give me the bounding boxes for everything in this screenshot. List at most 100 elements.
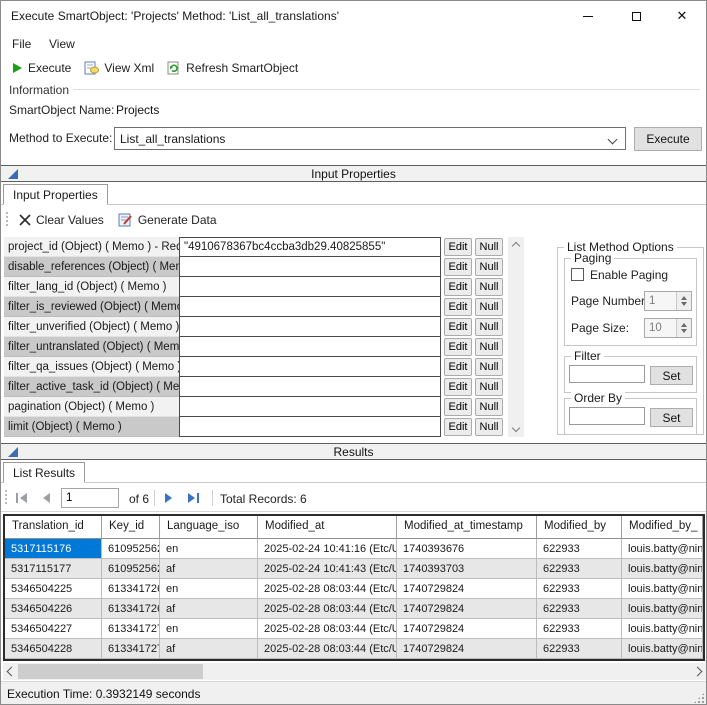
- table-cell[interactable]: af: [160, 599, 258, 619]
- table-cell[interactable]: louis.batty@nint: [622, 539, 703, 559]
- tab-input-properties[interactable]: Input Properties: [3, 184, 108, 205]
- table-cell[interactable]: 2025-02-28 08:03:44 (Etc/UTC): [258, 579, 397, 599]
- null-button[interactable]: Null: [475, 318, 503, 336]
- property-value-field[interactable]: [179, 357, 441, 377]
- edit-button[interactable]: Edit: [444, 318, 472, 336]
- last-page-button[interactable]: [183, 488, 205, 508]
- property-value-field[interactable]: [179, 317, 441, 337]
- current-page-input[interactable]: [61, 488, 119, 508]
- column-header[interactable]: Modified_at_timestamp: [397, 516, 537, 538]
- scroll-left-icon[interactable]: [6, 667, 15, 676]
- null-button[interactable]: Null: [475, 278, 503, 296]
- next-page-button[interactable]: [158, 488, 180, 508]
- selected-cell[interactable]: 5317115176: [5, 539, 102, 559]
- execute-toolbar-button[interactable]: Execute: [8, 59, 75, 77]
- table-cell[interactable]: 1740393676: [397, 539, 537, 559]
- page-size-stepper[interactable]: 10: [644, 318, 692, 338]
- table-cell[interactable]: 622933: [537, 599, 622, 619]
- results-section-bar[interactable]: Results: [1, 443, 706, 460]
- edit-button[interactable]: Edit: [444, 358, 472, 376]
- menu-file[interactable]: File: [6, 35, 37, 53]
- table-cell[interactable]: 1740393703: [397, 559, 537, 579]
- refresh-smartobject-button[interactable]: Refresh SmartObject: [163, 59, 302, 77]
- table-cell[interactable]: louis.batty@nint: [622, 619, 703, 639]
- stepper-arrows[interactable]: [676, 292, 691, 310]
- table-cell[interactable]: louis.batty@nint: [622, 579, 703, 599]
- null-button[interactable]: Null: [475, 398, 503, 416]
- table-cell[interactable]: 622933: [537, 639, 622, 659]
- column-header[interactable]: Modified_by: [537, 516, 622, 538]
- table-cell[interactable]: af: [160, 639, 258, 659]
- property-value-field[interactable]: [179, 337, 441, 357]
- execute-method-button[interactable]: Execute: [634, 127, 702, 151]
- property-value-field[interactable]: [179, 377, 441, 397]
- property-value-field[interactable]: [179, 417, 441, 437]
- close-button[interactable]: ✕: [660, 1, 704, 31]
- table-cell[interactable]: en: [160, 619, 258, 639]
- column-header[interactable]: Modified_at: [258, 516, 397, 538]
- horizontal-scrollbar[interactable]: [3, 663, 706, 680]
- table-cell[interactable]: 613341726: [102, 599, 160, 619]
- scroll-down-icon[interactable]: [512, 425, 520, 433]
- scroll-right-icon[interactable]: [694, 667, 703, 676]
- null-button[interactable]: Null: [475, 358, 503, 376]
- edit-button[interactable]: Edit: [444, 238, 472, 256]
- column-header[interactable]: Language_iso: [160, 516, 258, 538]
- null-button[interactable]: Null: [475, 338, 503, 356]
- table-cell[interactable]: 1740729824: [397, 579, 537, 599]
- edit-button[interactable]: Edit: [444, 338, 472, 356]
- table-cell[interactable]: 622933: [537, 539, 622, 559]
- toolbar-grip[interactable]: [4, 490, 8, 506]
- table-cell[interactable]: louis.batty@nint: [622, 639, 703, 659]
- table-cell[interactable]: 2025-02-24 10:41:43 (Etc/UTC): [258, 559, 397, 579]
- table-cell[interactable]: 5346504226: [5, 599, 102, 619]
- property-value-field[interactable]: [179, 297, 441, 317]
- scrollbar-thumb[interactable]: [18, 664, 203, 679]
- input-properties-section-bar[interactable]: Input Properties: [1, 165, 706, 182]
- edit-button[interactable]: Edit: [444, 278, 472, 296]
- table-cell[interactable]: en: [160, 539, 258, 559]
- menu-view[interactable]: View: [43, 35, 81, 53]
- table-cell[interactable]: 610952562: [102, 559, 160, 579]
- edit-button[interactable]: Edit: [444, 378, 472, 396]
- column-header[interactable]: Translation_id: [5, 516, 102, 538]
- tab-list-results[interactable]: List Results: [3, 462, 85, 483]
- enable-paging-checkbox[interactable]: [571, 268, 584, 281]
- edit-button[interactable]: Edit: [444, 398, 472, 416]
- null-button[interactable]: Null: [475, 418, 503, 436]
- property-value-field[interactable]: "4910678367bc4ccba3db29.40825855": [179, 237, 441, 257]
- table-cell[interactable]: 613341727: [102, 639, 160, 659]
- edit-button[interactable]: Edit: [444, 298, 472, 316]
- table-cell[interactable]: 1740729824: [397, 619, 537, 639]
- table-cell[interactable]: 5346504225: [5, 579, 102, 599]
- table-cell[interactable]: 622933: [537, 579, 622, 599]
- table-cell[interactable]: en: [160, 579, 258, 599]
- table-cell[interactable]: 610952562: [102, 539, 160, 559]
- clear-values-button[interactable]: Clear Values: [15, 211, 108, 229]
- table-cell[interactable]: 613341727: [102, 619, 160, 639]
- property-grid-scrollbar[interactable]: [508, 237, 524, 437]
- null-button[interactable]: Null: [475, 298, 503, 316]
- table-cell[interactable]: 2025-02-28 08:03:44 (Etc/UTC): [258, 639, 397, 659]
- null-button[interactable]: Null: [475, 378, 503, 396]
- table-cell[interactable]: 5346504227: [5, 619, 102, 639]
- previous-page-button[interactable]: [35, 488, 57, 508]
- stepper-arrows[interactable]: [676, 319, 691, 337]
- order-by-input[interactable]: [569, 407, 645, 425]
- view-xml-button[interactable]: View Xml: [80, 59, 158, 77]
- table-cell[interactable]: 622933: [537, 619, 622, 639]
- table-cell[interactable]: af: [160, 559, 258, 579]
- table-cell[interactable]: 2025-02-28 08:03:44 (Etc/UTC): [258, 599, 397, 619]
- edit-button[interactable]: Edit: [444, 258, 472, 276]
- table-cell[interactable]: 622933: [537, 559, 622, 579]
- filter-input[interactable]: [569, 365, 645, 383]
- scroll-up-icon[interactable]: [512, 241, 520, 249]
- table-cell[interactable]: 2025-02-24 10:41:16 (Etc/UTC): [258, 539, 397, 559]
- generate-data-button[interactable]: Generate Data: [114, 211, 221, 229]
- table-cell[interactable]: 1740729824: [397, 599, 537, 619]
- null-button[interactable]: Null: [475, 238, 503, 256]
- table-cell[interactable]: 613341726: [102, 579, 160, 599]
- table-cell[interactable]: louis.batty@nint: [622, 559, 703, 579]
- property-value-field[interactable]: [179, 277, 441, 297]
- table-cell[interactable]: 5346504228: [5, 639, 102, 659]
